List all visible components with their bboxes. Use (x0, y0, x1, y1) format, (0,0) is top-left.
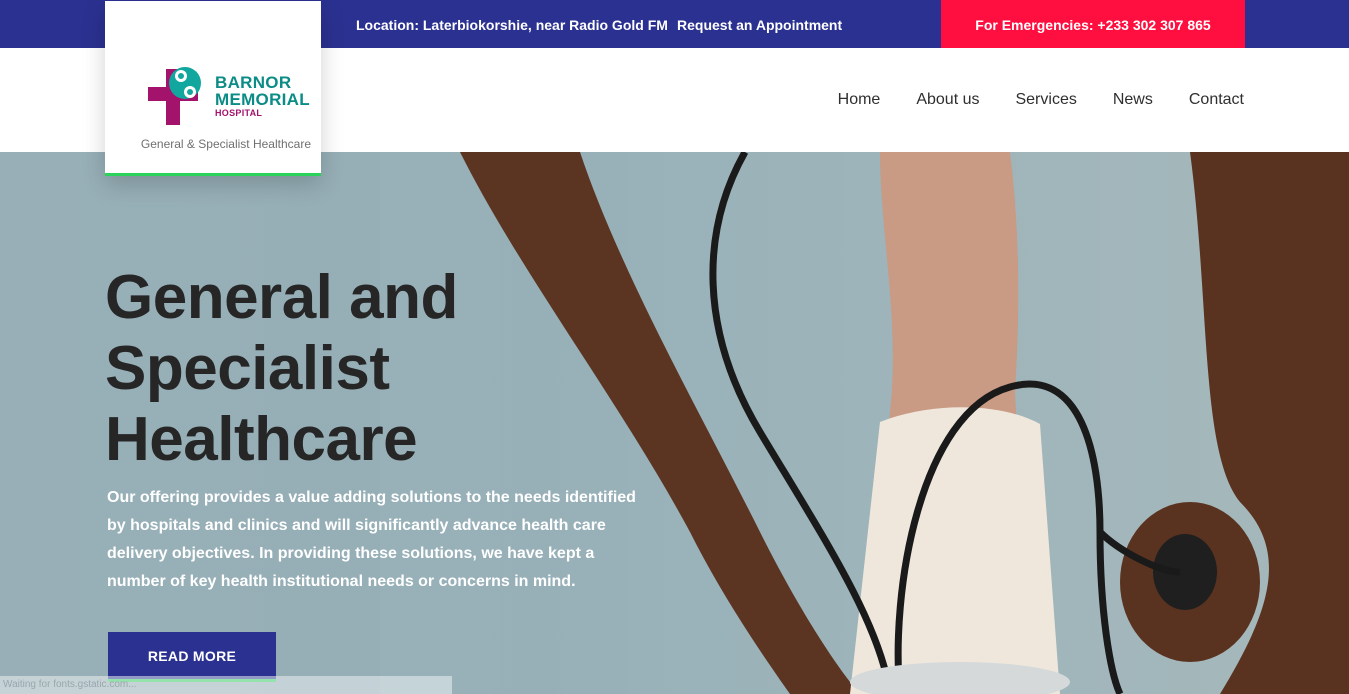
read-more-button[interactable]: READ MORE (108, 632, 276, 682)
nav-contact[interactable]: Contact (1189, 91, 1244, 109)
hero-title: General and Specialist Healthcare (105, 262, 625, 475)
nav-about-us[interactable]: About us (916, 91, 979, 109)
logo-name-line3: HOSPITAL (215, 108, 263, 118)
logo-tagline: General & Specialist Healthcare (140, 137, 311, 151)
main-nav: Home About us Services News Contact (802, 48, 1244, 152)
logo-card[interactable]: BARNOR MEMORIAL HOSPITAL General & Speci… (105, 1, 321, 176)
hero-section: General and Specialist Healthcare Our of… (0, 152, 1349, 694)
browser-status-bar: Waiting for fonts.gstatic.com... (0, 676, 452, 694)
logo-wordmark: BARNOR MEMORIAL (215, 74, 310, 108)
hero-description: Our offering provides a value adding sol… (107, 489, 636, 590)
hero-title-line2: Specialist (105, 334, 390, 403)
request-appointment-link[interactable]: Request an Appointment (677, 0, 842, 48)
hero-title-line1: General and (105, 263, 458, 332)
logo-name-line1: BARNOR (215, 73, 292, 92)
hero-title-line3: Healthcare (105, 405, 418, 474)
logo-name-line2: MEMORIAL (215, 90, 310, 109)
nav-services[interactable]: Services (1015, 91, 1076, 109)
hospital-cross-logo-icon (148, 67, 201, 125)
nav-news[interactable]: News (1113, 91, 1153, 109)
emergency-phone-link[interactable]: For Emergencies: +233 302 307 865 (941, 0, 1245, 48)
location-text: Location: Laterbiokorshie, near Radio Go… (356, 17, 668, 33)
nav-home[interactable]: Home (838, 91, 881, 109)
